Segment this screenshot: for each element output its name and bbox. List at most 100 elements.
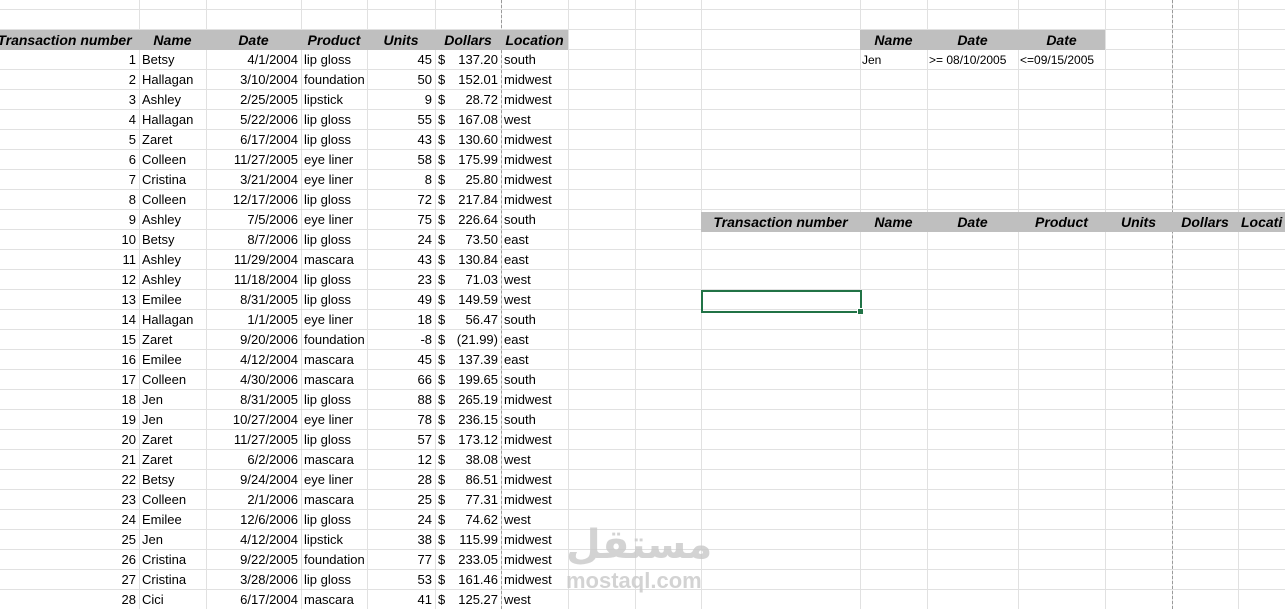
transaction-number-cell: 21 <box>121 452 136 467</box>
dollars-cell: 173.12 <box>458 432 498 447</box>
date-cell: 7/5/2006 <box>247 212 298 227</box>
column-gridline <box>635 0 636 609</box>
location-cell: midwest <box>504 152 552 167</box>
criteria-value: Jen <box>862 53 882 67</box>
transaction-number-cell: 9 <box>128 212 136 227</box>
units-cell: 18 <box>417 312 432 327</box>
units-cell: 58 <box>417 152 432 167</box>
product-cell: mascara <box>304 252 354 267</box>
name-cell: Colleen <box>142 152 187 167</box>
dollars-cell: 115.99 <box>459 532 498 547</box>
watermark-arabic: مستقل <box>566 523 713 567</box>
location-cell: midwest <box>504 72 552 87</box>
name-cell: Zaret <box>142 332 173 347</box>
date-cell: 9/20/2006 <box>240 332 298 347</box>
name-cell: Colleen <box>142 372 187 387</box>
selected-cell[interactable] <box>701 290 862 313</box>
name-cell: Cristina <box>142 552 187 567</box>
units-cell: 49 <box>417 292 432 307</box>
location-cell: midwest <box>504 92 552 107</box>
name-cell: Hallagan <box>142 112 194 127</box>
location-cell: west <box>504 592 531 607</box>
column-gridline <box>927 0 928 609</box>
name-cell: Cici <box>142 592 164 607</box>
dollars-cell: 56.47 <box>465 312 498 327</box>
transaction-number-cell: 17 <box>121 372 136 387</box>
dollars-cell: 25.80 <box>465 172 498 187</box>
product-cell: mascara <box>304 492 354 507</box>
units-cell: 25 <box>417 492 432 507</box>
units-cell: 78 <box>417 412 432 427</box>
fill-handle[interactable] <box>857 308 864 315</box>
dollars-cell: 152.01 <box>458 72 498 87</box>
location-cell: south <box>504 52 536 67</box>
output-header: Transaction number <box>701 212 860 232</box>
name-cell: Emilee <box>142 352 182 367</box>
product-cell: mascara <box>304 452 354 467</box>
units-cell: 12 <box>417 452 432 467</box>
dollars-cell: 125.27 <box>458 592 498 607</box>
product-cell: eye liner <box>304 212 354 227</box>
dollars-cell: 74.62 <box>465 512 498 527</box>
date-cell: 5/22/2006 <box>240 112 298 127</box>
dollars-cell: 71.03 <box>465 272 498 287</box>
product-cell: lip gloss <box>304 232 351 247</box>
location-cell: midwest <box>504 492 552 507</box>
location-cell: midwest <box>504 392 552 407</box>
name-cell: Betsy <box>142 232 175 247</box>
dollars-cell: (21.99) <box>456 332 498 347</box>
name-cell: Cristina <box>142 572 187 587</box>
location-cell: midwest <box>504 172 552 187</box>
transaction-number-cell: 19 <box>121 412 136 427</box>
transaction-number-cell: 23 <box>121 492 136 507</box>
name-cell: Jen <box>142 532 163 547</box>
units-cell: -8 <box>420 332 432 347</box>
dollars-cell: 130.60 <box>458 132 498 147</box>
product-cell: eye liner <box>304 472 354 487</box>
product-cell: foundation <box>304 552 365 567</box>
product-cell: lip gloss <box>304 392 351 407</box>
transaction-number-cell: 24 <box>121 512 136 527</box>
dollars-cell: 233.05 <box>458 552 498 567</box>
transaction-number-cell: 18 <box>121 392 136 407</box>
location-cell: east <box>504 332 529 347</box>
location-cell: west <box>504 452 531 467</box>
location-cell: midwest <box>504 472 552 487</box>
units-cell: 8 <box>424 172 432 187</box>
date-cell: 8/31/2005 <box>240 392 298 407</box>
product-cell: foundation <box>304 72 365 87</box>
units-cell: 50 <box>417 72 432 87</box>
transaction-number-cell: 25 <box>121 532 136 547</box>
dollars-cell: 137.20 <box>458 52 498 67</box>
date-cell: 6/17/2004 <box>240 592 298 607</box>
location-cell: midwest <box>504 432 552 447</box>
date-cell: 3/21/2004 <box>240 172 298 187</box>
name-cell: Betsy <box>142 472 175 487</box>
column-gridline <box>568 0 569 609</box>
date-cell: 8/7/2006 <box>247 232 298 247</box>
transaction-number-cell: 2 <box>128 72 136 87</box>
units-cell: 45 <box>417 352 432 367</box>
units-cell: 53 <box>417 572 432 587</box>
dollars-cell: 77.31 <box>465 492 498 507</box>
date-cell: 4/1/2004 <box>247 52 298 67</box>
column-header: Transaction number <box>0 30 139 50</box>
location-cell: east <box>504 252 529 267</box>
units-cell: 66 <box>417 372 432 387</box>
location-cell: south <box>504 412 536 427</box>
product-cell: eye liner <box>304 412 354 427</box>
date-cell: 12/17/2006 <box>232 192 298 207</box>
location-cell: east <box>504 232 529 247</box>
units-cell: 77 <box>417 552 432 567</box>
product-cell: lip gloss <box>304 192 351 207</box>
name-cell: Zaret <box>142 132 173 147</box>
dollars-cell: 199.65 <box>458 372 498 387</box>
dollars-cell: 265.19 <box>458 392 498 407</box>
date-cell: 3/28/2006 <box>240 572 298 587</box>
dollars-cell: 130.84 <box>458 252 498 267</box>
name-cell: Cristina <box>142 172 187 187</box>
column-header: Date <box>206 30 301 50</box>
transaction-number-cell: 7 <box>128 172 136 187</box>
dollars-cell: 161.46 <box>458 572 498 587</box>
transaction-number-cell: 10 <box>121 232 136 247</box>
